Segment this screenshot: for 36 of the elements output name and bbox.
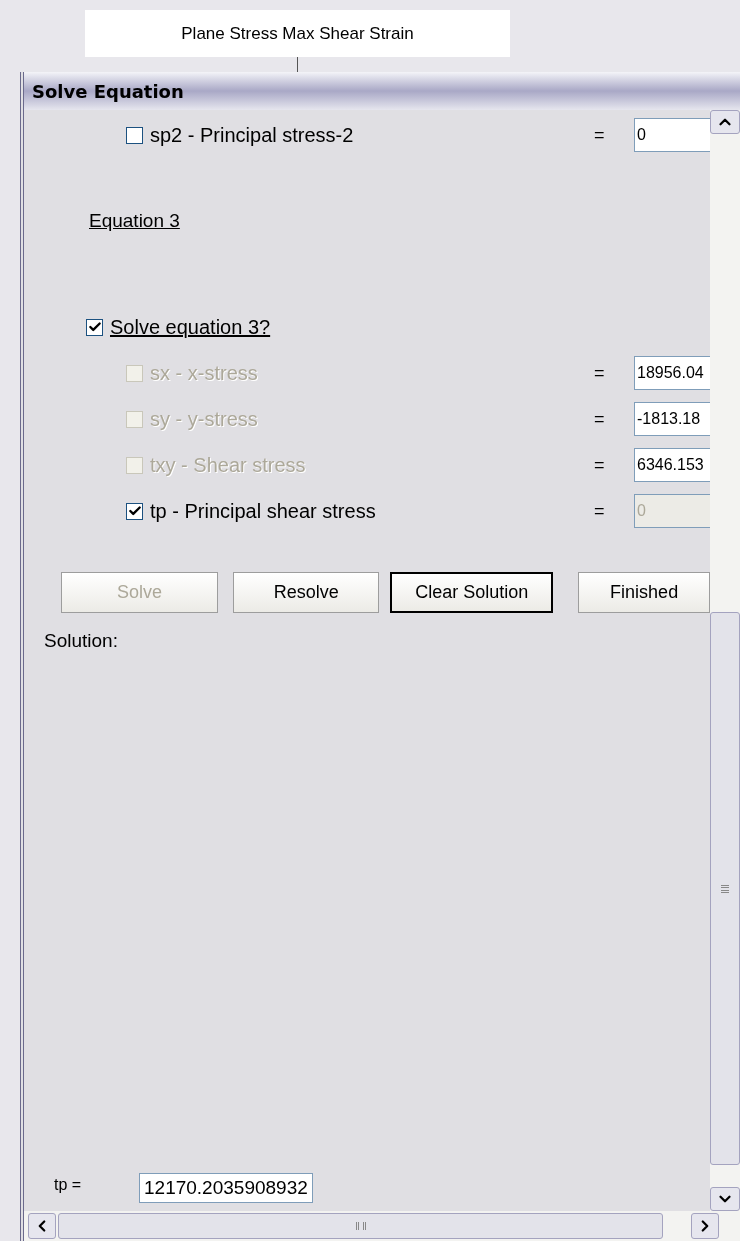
action-button[interactable]: Clear Solution	[390, 572, 554, 613]
result-field[interactable]: 12170.2035908932	[139, 1173, 313, 1203]
scroll-down-button[interactable]	[710, 1187, 740, 1211]
solve-toggle-label[interactable]: Solve equation 3?	[110, 312, 271, 342]
value-field[interactable]: 0	[634, 118, 710, 152]
scroll-up-button[interactable]	[710, 110, 740, 134]
checkbox[interactable]	[126, 502, 143, 520]
section-heading: Equation 3	[89, 208, 180, 233]
equals-sign: =	[594, 407, 606, 431]
grip-icon	[721, 884, 729, 893]
equals-sign: =	[594, 499, 606, 523]
check-icon	[127, 504, 142, 518]
scroll-right-button[interactable]	[691, 1213, 719, 1239]
diagram-node[interactable]: Plane Stress Max Shear Strain	[85, 10, 510, 57]
scroll-left-button[interactable]	[28, 1213, 56, 1239]
solution-label: Solution:	[44, 630, 118, 651]
check-icon	[87, 320, 102, 334]
scroll-thumb[interactable]	[710, 612, 740, 1165]
vertical-scrollbar[interactable]	[710, 110, 740, 1211]
window-title: Solve Equation	[24, 72, 740, 110]
variable-label: tp - Principal shear stress	[150, 499, 376, 524]
variable-label: txy - Shear stress	[150, 453, 306, 478]
variable-label: sy - y-stress	[150, 407, 258, 432]
grip-icon	[355, 1222, 366, 1230]
equals-sign: =	[594, 361, 606, 385]
variable-label: sp2 - Principal stress-2	[150, 123, 354, 148]
checkbox[interactable]	[126, 126, 143, 144]
action-button[interactable]: Finished	[578, 572, 710, 613]
checkbox[interactable]	[86, 318, 103, 336]
scroll-thumb[interactable]	[58, 1213, 663, 1239]
horizontal-scrollbar[interactable]	[24, 1211, 740, 1241]
result-label: tp =	[54, 1175, 83, 1195]
variable-label: sx - x-stress	[150, 361, 258, 386]
equals-sign: =	[594, 453, 606, 477]
equals-sign: =	[594, 123, 606, 147]
action-button[interactable]: Resolve	[233, 572, 380, 613]
